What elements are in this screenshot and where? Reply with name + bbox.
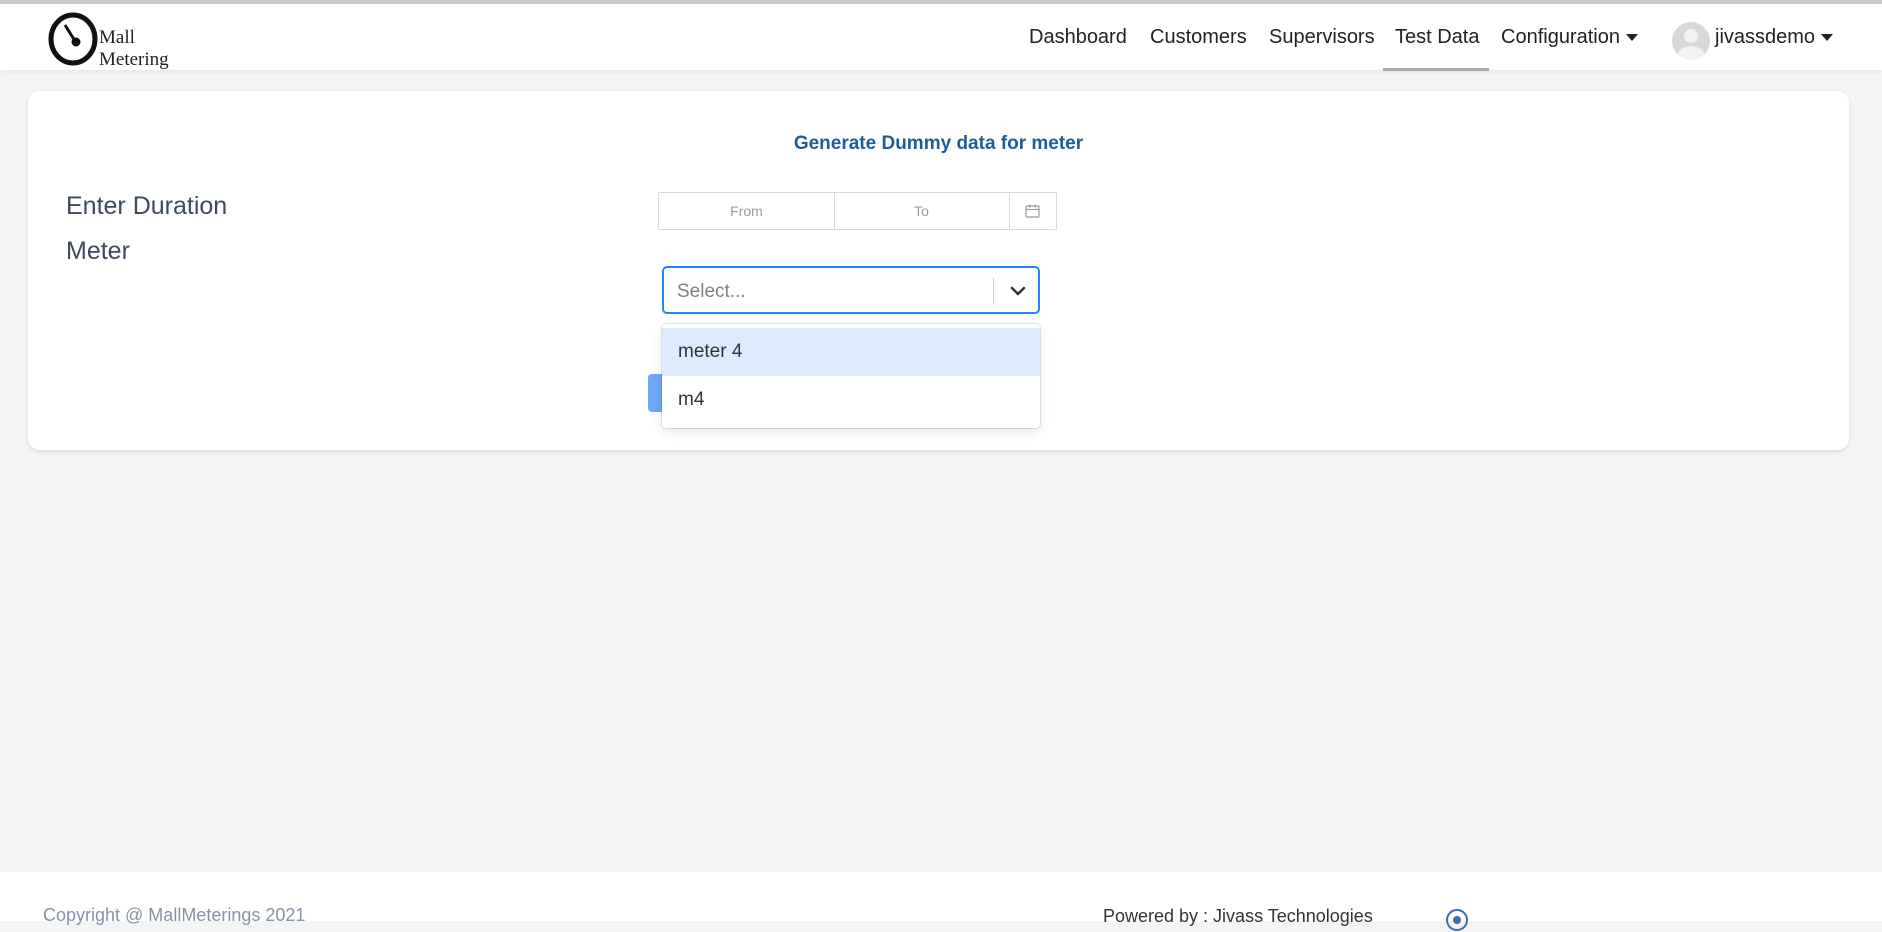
calendar-icon <box>1025 204 1040 218</box>
meter-label: Meter <box>66 237 130 265</box>
brand-name: Mall Metering <box>99 27 169 70</box>
date-to-input[interactable]: To <box>834 193 1010 229</box>
footer-copyright: Copyright @ MallMeterings 2021 <box>43 905 306 925</box>
nav-dashboard[interactable]: Dashboard <box>1029 26 1127 49</box>
user-menu[interactable]: jivassdemo <box>1715 26 1834 49</box>
footer-powered-by: Powered by : Jivass Technologies <box>1103 906 1373 926</box>
meter-option[interactable]: meter 4 <box>662 328 1040 376</box>
card-title: Generate Dummy data for meter <box>793 133 1084 154</box>
calendar-button[interactable] <box>1009 193 1056 229</box>
duration-label: Enter Duration <box>66 192 228 220</box>
nav-configuration[interactable]: Configuration <box>1501 26 1638 49</box>
company-logo-icon <box>1446 909 1468 931</box>
nav-test-data[interactable]: Test Data <box>1395 26 1479 49</box>
page-footer: Copyright @ MallMeterings 2021 Powered b… <box>0 872 1882 931</box>
brand-logo[interactable]: Mall Metering <box>48 10 208 70</box>
meter-select[interactable]: Select... <box>662 266 1040 314</box>
nav-active-indicator <box>1383 68 1489 71</box>
user-avatar-icon[interactable] <box>1672 22 1710 60</box>
meter-option[interactable]: m4 <box>662 376 1040 424</box>
avatar-head-shape <box>1684 29 1698 43</box>
meter-select-menu: meter 4 m4 <box>662 324 1040 428</box>
top-navbar: Mall Metering Dashboard Customers Superv… <box>0 4 1882 71</box>
caret-down-icon <box>1625 34 1638 42</box>
meter-select-placeholder: Select... <box>677 281 746 302</box>
nav-customers[interactable]: Customers <box>1150 26 1247 49</box>
user-name: jivassdemo <box>1715 26 1816 48</box>
gauge-icon <box>48 12 98 66</box>
nav-supervisors[interactable]: Supervisors <box>1269 26 1375 49</box>
date-from-input[interactable]: From <box>659 193 835 229</box>
nav-configuration-label: Configuration <box>1501 26 1620 48</box>
avatar-body-shape <box>1677 46 1705 60</box>
select-indicator-separator <box>993 278 994 304</box>
chevron-down-icon[interactable] <box>1007 280 1029 302</box>
date-range-picker[interactable]: From To <box>658 192 1057 230</box>
caret-down-icon <box>1821 34 1834 42</box>
